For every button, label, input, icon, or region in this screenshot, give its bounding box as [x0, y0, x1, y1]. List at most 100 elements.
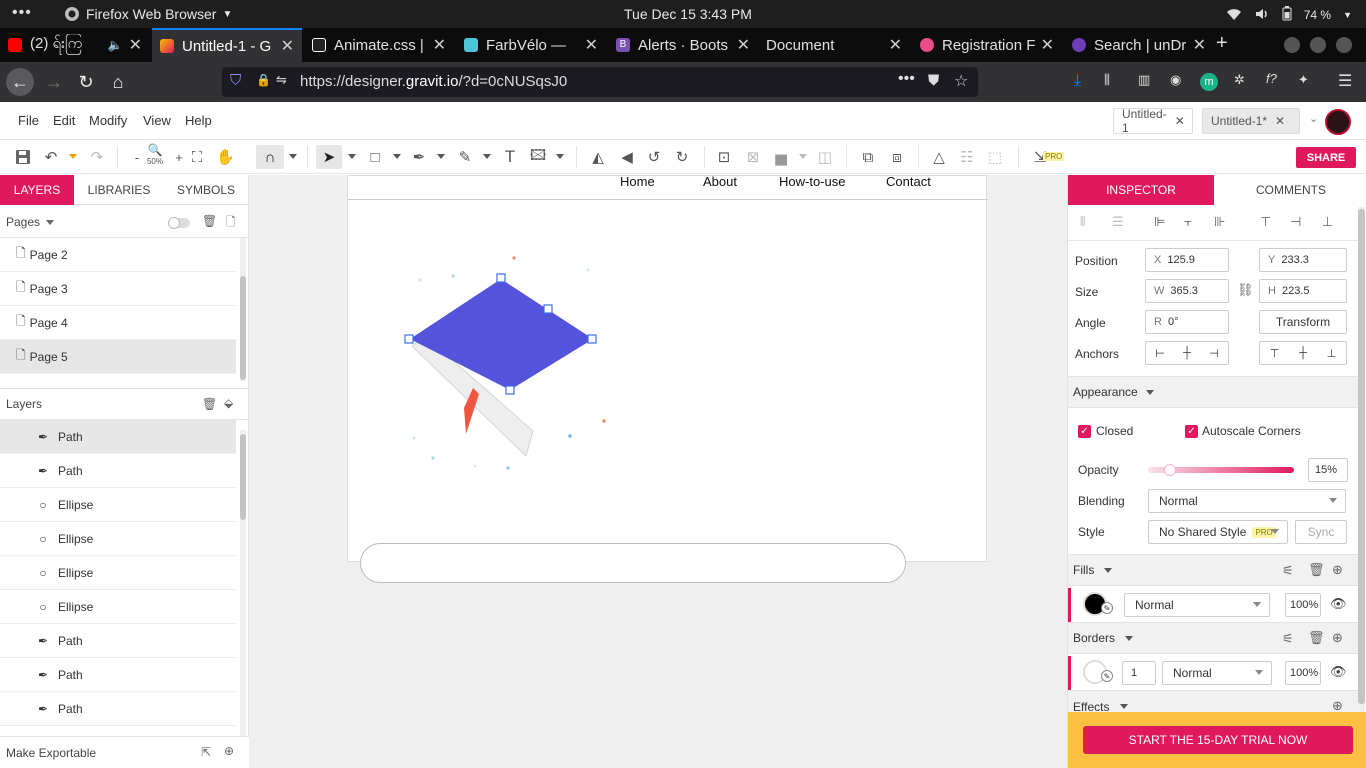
width-field[interactable]: W 365.3: [1145, 279, 1229, 303]
slice-icon[interactable]: ⬚: [986, 147, 1004, 167]
image-dropdown-icon[interactable]: [556, 154, 564, 159]
close-tab-icon[interactable]: ✕: [281, 36, 294, 56]
anchor-top-icon[interactable]: ⊤: [1270, 347, 1280, 360]
close-icon[interactable]: ✕: [1175, 114, 1185, 128]
zoom-out-icon[interactable]: -: [128, 147, 146, 167]
align-center-h-icon[interactable]: ⫟: [1184, 214, 1192, 230]
layers-scrollbar[interactable]: [240, 430, 246, 738]
vector-network-icon[interactable]: △: [930, 147, 948, 167]
hand-tool-icon[interactable]: ✋: [216, 147, 235, 167]
page-actions-icon[interactable]: •••: [898, 70, 915, 88]
flip-vertical-icon[interactable]: ◀: [618, 147, 636, 167]
account-icon[interactable]: ◉: [1170, 72, 1181, 88]
appearance-section-header[interactable]: Appearance: [1068, 376, 1358, 408]
browser-tab[interactable]: Document ✕: [760, 28, 910, 62]
opacity-slider-handle[interactable]: [1163, 464, 1176, 476]
align-left-icon[interactable]: ⊫: [1154, 214, 1165, 230]
close-tab-icon[interactable]: ✕: [129, 35, 142, 55]
menu-modify[interactable]: Modify: [89, 113, 127, 128]
home-icon[interactable]: ⌂: [104, 68, 132, 96]
border-width-field[interactable]: 1: [1122, 661, 1156, 685]
anchor-bottom-icon[interactable]: ⊥: [1327, 347, 1337, 360]
system-tray[interactable]: 74 % ▼: [1226, 6, 1352, 24]
trash-icon[interactable]: 🗑: [202, 214, 217, 228]
pen-tool-icon[interactable]: ✒: [410, 147, 428, 167]
add-border-icon[interactable]: ⊕: [1332, 630, 1343, 646]
browser-tab[interactable]: FarbVélo — ✕: [456, 28, 606, 62]
back-icon[interactable]: ←: [6, 68, 34, 96]
rotate-right-icon[interactable]: ↻: [673, 147, 691, 167]
close-icon[interactable]: ✕: [1275, 114, 1285, 128]
send-backward-icon[interactable]: ⧈: [888, 147, 906, 167]
decor-dot[interactable]: [418, 278, 422, 282]
fit-screen-icon[interactable]: ⛶: [188, 147, 206, 167]
undo-dropdown-icon[interactable]: [69, 154, 77, 159]
tab-inspector[interactable]: INSPECTOR: [1068, 175, 1214, 205]
save-icon[interactable]: [14, 147, 32, 167]
document-tab[interactable]: Untitled-1 ✕: [1113, 107, 1193, 135]
document-tab-active[interactable]: Untitled-1* ✕: [1202, 108, 1300, 134]
shield-icon[interactable]: ⛉: [230, 72, 241, 89]
align-middle-icon[interactable]: ⊣: [1290, 214, 1301, 230]
pocket-icon[interactable]: ⛊: [928, 72, 939, 89]
design-canvas[interactable]: Home About How-to-use Contact: [249, 175, 1067, 768]
close-tab-icon[interactable]: ✕: [1193, 35, 1206, 55]
menu-help[interactable]: Help: [185, 113, 212, 128]
page-item[interactable]: 🗋 Page 4: [0, 306, 236, 340]
layer-row-selected[interactable]: ✒ Path: [0, 420, 236, 454]
extension-m-icon[interactable]: m: [1200, 73, 1218, 91]
layer-row[interactable]: ○ Ellipse: [0, 522, 236, 556]
mask-icon[interactable]: ▅: [772, 147, 790, 167]
distribute-horizontal-icon[interactable]: ⫴: [1080, 214, 1085, 230]
window-close-icon[interactable]: [1336, 37, 1352, 53]
decor-dot[interactable]: [568, 434, 572, 438]
undo-icon[interactable]: ↶: [42, 147, 60, 167]
eye-icon[interactable]: 👁: [1330, 664, 1347, 680]
graduation-cap-shape[interactable]: [410, 279, 593, 390]
trash-icon[interactable]: 🗑: [1308, 562, 1325, 578]
align-right-icon[interactable]: ⊪: [1214, 214, 1225, 230]
menu-file[interactable]: File: [18, 113, 39, 128]
layer-row[interactable]: ✒ Path: [0, 624, 236, 658]
extension-ninja-icon[interactable]: ✦: [1298, 72, 1309, 88]
library-icon[interactable]: ⫼: [1104, 72, 1110, 88]
decor-dot[interactable]: [431, 456, 435, 460]
share-button[interactable]: SHARE: [1296, 147, 1356, 168]
rectangle-tool-icon[interactable]: □: [366, 147, 384, 167]
decor-dot[interactable]: [512, 256, 516, 260]
borders-section-header[interactable]: Borders ⚟ 🗑 ⊕: [1068, 622, 1358, 654]
angle-field[interactable]: R 0°: [1145, 310, 1229, 334]
chevron-down-icon[interactable]: ⌄: [1309, 112, 1318, 125]
anchors-vertical[interactable]: ⊤ ┼ ⊥: [1259, 341, 1347, 365]
zoom-level[interactable]: 🔍 50%: [146, 143, 164, 166]
activities-dots-icon[interactable]: •••: [12, 4, 32, 22]
bring-forward-icon[interactable]: ⧉: [859, 147, 877, 167]
window-maximize-icon[interactable]: [1310, 37, 1326, 53]
add-export-icon[interactable]: ⊕: [224, 744, 234, 758]
add-page-icon[interactable]: 🗋: [226, 213, 236, 234]
redo-icon[interactable]: ↷: [88, 147, 106, 167]
distribute-vertical-icon[interactable]: ☰: [1112, 214, 1124, 230]
pages-scrollbar[interactable]: [240, 238, 246, 381]
url-bar[interactable]: ⛉ 🔒 ⇋ https://designer.gravit.io/?d=0cNU…: [222, 67, 978, 97]
close-tab-icon[interactable]: ✕: [889, 35, 902, 55]
close-tab-icon[interactable]: ✕: [585, 35, 598, 55]
browser-tab[interactable]: (2) ရ်းကြ 🔈 ✕: [0, 28, 150, 62]
shape-dropdown-icon[interactable]: [393, 154, 401, 159]
browser-tab-active[interactable]: Untitled-1 - G ✕: [152, 28, 302, 62]
height-field[interactable]: H 223.5: [1259, 279, 1347, 303]
decor-dot[interactable]: [473, 464, 477, 468]
align-top-icon[interactable]: ⊤: [1260, 214, 1271, 230]
anchors-horizontal[interactable]: ⊢ ┼ ⊣: [1145, 341, 1229, 365]
decor-dot[interactable]: [506, 466, 510, 470]
page-item[interactable]: 🗋 Page 2: [0, 238, 236, 272]
flip-horizontal-icon[interactable]: ◭: [589, 147, 607, 167]
clock[interactable]: Tue Dec 15 3:43 PM: [624, 6, 752, 22]
ungroup-icon[interactable]: ⊠: [744, 147, 762, 167]
pencil-tool-icon[interactable]: ✎: [456, 147, 474, 167]
menu-view[interactable]: View: [143, 113, 171, 128]
decor-dot[interactable]: [586, 268, 590, 272]
group-icon[interactable]: ⊡: [715, 147, 733, 167]
avatar[interactable]: [1325, 109, 1351, 135]
opacity-field[interactable]: 15%: [1308, 458, 1348, 482]
